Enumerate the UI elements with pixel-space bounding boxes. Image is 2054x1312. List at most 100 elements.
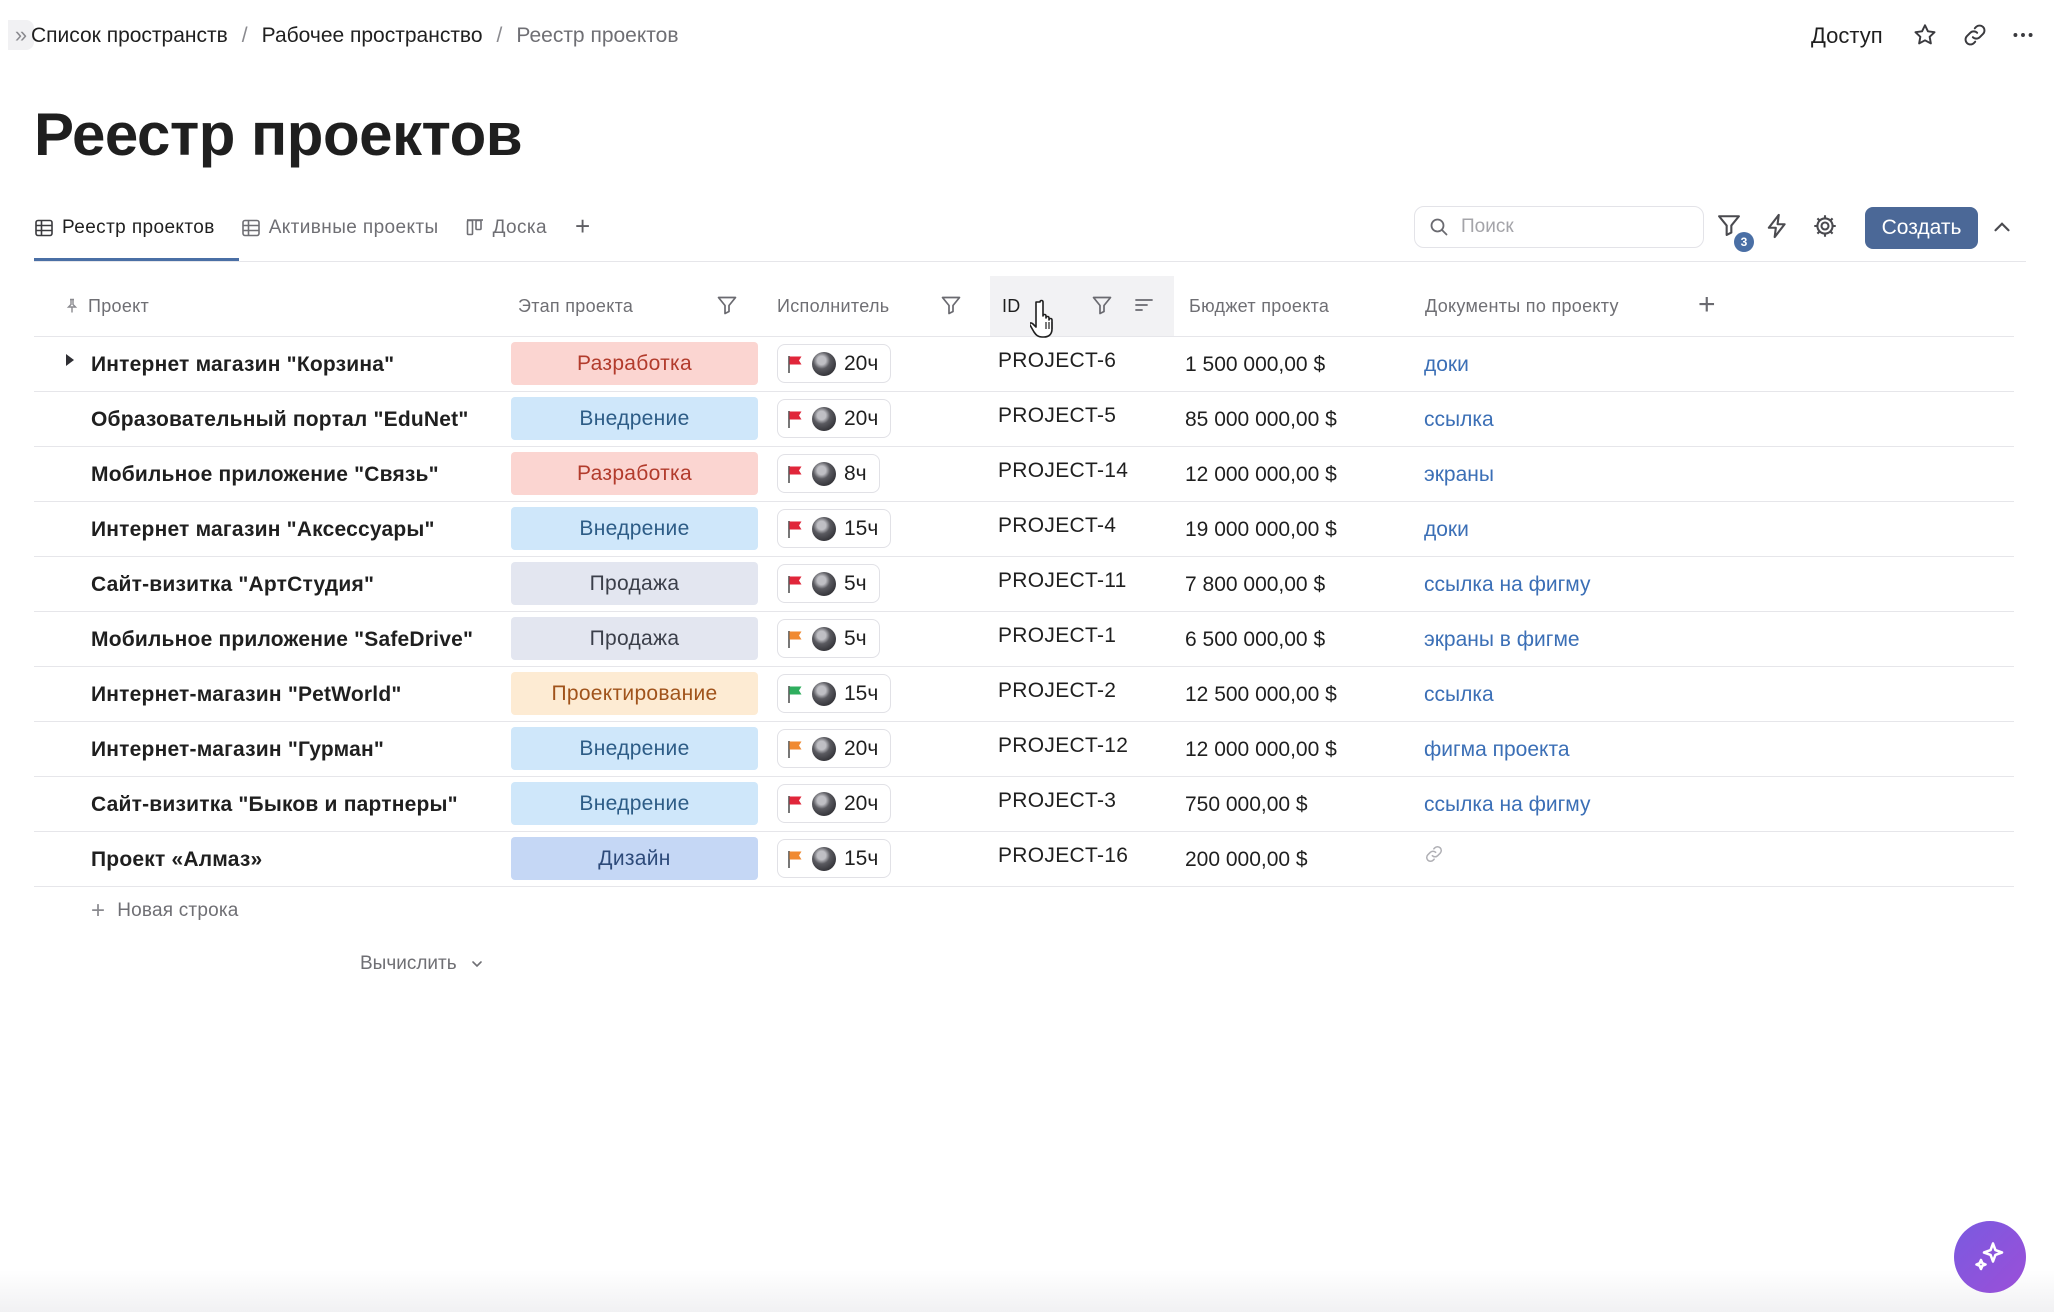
project-id: PROJECT-5	[998, 403, 1117, 427]
table-row[interactable]: Интернет магазин "Корзина" Разработка 20ч P…	[34, 337, 2014, 392]
project-name[interactable]: Мобильное приложение "Связь"	[91, 447, 439, 502]
table-row[interactable]: Интернет-магазин "Гурман" Внедрение 20ч PRO…	[34, 722, 2014, 777]
sort-icon[interactable]	[1132, 293, 1158, 319]
hours-value: 5ч	[844, 626, 867, 650]
tabs-divider	[34, 261, 2026, 262]
hours-value: 20ч	[844, 791, 879, 815]
table-row[interactable]: Мобильное приложение "SafeDrive" Продажа 5…	[34, 612, 2014, 667]
document-link[interactable]: экраны в фигме	[1424, 612, 1580, 667]
stage-badge[interactable]: Внедрение	[511, 397, 758, 440]
project-name[interactable]: Интернет-магазин "Гурман"	[91, 722, 384, 777]
expand-row-icon[interactable]	[66, 354, 74, 366]
executor-chip[interactable]: 20ч	[777, 399, 892, 438]
project-id: PROJECT-4	[998, 513, 1117, 537]
project-name[interactable]: Интернет магазин "Корзина"	[91, 337, 394, 392]
stage-badge[interactable]: Внедрение	[511, 507, 758, 550]
create-button[interactable]: Создать	[1865, 207, 1978, 249]
executor-chip[interactable]: 5ч	[777, 564, 880, 603]
document-link[interactable]: фигма проекта	[1424, 722, 1570, 777]
stage-badge[interactable]: Разработка	[511, 342, 758, 385]
project-budget: 1 500 000,00 $	[1185, 352, 1326, 376]
tab-label: Доска	[492, 217, 548, 238]
hours-value: 15ч	[844, 681, 879, 705]
table-row[interactable]: Сайт-визитка "Быков и партнеры" Внедрение…	[34, 777, 2014, 832]
flag-icon	[786, 409, 804, 429]
table-row[interactable]: Сайт-визитка "АртСтудия" Продажа 5ч PROJECT…	[34, 557, 2014, 612]
stage-badge[interactable]: Продажа	[511, 617, 758, 660]
add-column-button[interactable]: +	[1698, 290, 1724, 320]
executor-chip[interactable]: 20ч	[777, 344, 892, 383]
breadcrumb-separator: /	[496, 24, 503, 47]
filter-count-badge: 3	[1734, 232, 1754, 252]
new-row-button[interactable]: + Новая строка	[91, 897, 239, 925]
avatar	[812, 351, 836, 376]
table-row[interactable]: Интернет-магазин "PetWorld" Проектировани…	[34, 667, 2014, 722]
table-row[interactable]: Мобильное приложение "Связь" Разработка 8ч…	[34, 447, 2014, 502]
stage-badge[interactable]: Внедрение	[511, 782, 758, 825]
calculate-dropdown[interactable]: Вычислить	[360, 953, 485, 975]
stage-badge[interactable]: Проектирование	[511, 672, 758, 715]
search-box[interactable]	[1414, 206, 1704, 248]
project-name[interactable]: Проект «Алмаз»	[91, 832, 262, 887]
avatar	[812, 571, 836, 596]
lightning-icon[interactable]	[1763, 212, 1795, 244]
project-name[interactable]: Интернет магазин "Аксессуары"	[91, 502, 435, 557]
plus-icon: +	[91, 897, 106, 924]
project-name[interactable]: Мобильное приложение "SafeDrive"	[91, 612, 473, 667]
breadcrumb-item[interactable]: Список пространств	[31, 24, 228, 48]
stage-badge[interactable]: Разработка	[511, 452, 758, 495]
document-link[interactable]: ссылка	[1424, 392, 1494, 447]
executor-chip[interactable]: 8ч	[777, 454, 880, 493]
link-icon[interactable]	[1424, 826, 1444, 881]
ai-assistant-button[interactable]	[1954, 1221, 2026, 1293]
document-link[interactable]: ссылка на фигму	[1424, 777, 1590, 832]
project-name[interactable]: Сайт-визитка "Быков и партнеры"	[91, 777, 458, 832]
star-icon[interactable]	[1912, 22, 1938, 48]
flag-icon	[786, 354, 804, 374]
project-budget: 12 500 000,00 $	[1185, 682, 1337, 706]
collapse-chevron-icon[interactable]	[1989, 214, 2021, 246]
tab-active-projects[interactable]: Активные проекты	[241, 210, 439, 246]
table-row[interactable]: Интернет магазин "Аксессуары" Внедрение 15…	[34, 502, 2014, 557]
filter-icon[interactable]	[939, 293, 965, 319]
project-name[interactable]: Интернет-магазин "PetWorld"	[91, 667, 402, 722]
column-header-executor[interactable]: Исполнитель	[777, 276, 889, 336]
document-link[interactable]: доки	[1424, 337, 1469, 392]
add-view-button[interactable]: +	[575, 210, 590, 242]
filter-icon[interactable]	[715, 293, 741, 319]
more-icon[interactable]	[2010, 22, 2036, 48]
stage-badge[interactable]: Дизайн	[511, 837, 758, 880]
tab-registry[interactable]: Реестр проектов	[34, 210, 215, 246]
project-name[interactable]: Сайт-визитка "АртСтудия"	[91, 557, 374, 612]
executor-chip[interactable]: 20ч	[777, 784, 892, 823]
stage-badge[interactable]: Продажа	[511, 562, 758, 605]
flag-icon	[786, 574, 804, 594]
document-link[interactable]: экраны	[1424, 447, 1494, 502]
executor-chip[interactable]: 5ч	[777, 619, 880, 658]
project-budget: 12 000 000,00 $	[1185, 737, 1337, 761]
document-link[interactable]: доки	[1424, 502, 1469, 557]
executor-chip[interactable]: 20ч	[777, 729, 892, 768]
table-row[interactable]: Образовательный портал "EduNet" Внедрение…	[34, 392, 2014, 447]
column-header-docs[interactable]: Документы по проекту	[1425, 276, 1619, 336]
stage-badge[interactable]: Внедрение	[511, 727, 758, 770]
executor-chip[interactable]: 15ч	[777, 839, 892, 878]
executor-chip[interactable]: 15ч	[777, 674, 892, 713]
document-link[interactable]: ссылка на фигму	[1424, 557, 1590, 612]
executor-chip[interactable]: 15ч	[777, 509, 892, 548]
tab-board[interactable]: Доска	[465, 210, 547, 246]
bottom-gradient	[0, 1270, 2054, 1312]
search-input[interactable]	[1461, 216, 1681, 238]
access-button[interactable]: Доступ	[1811, 23, 1883, 49]
column-header-budget[interactable]: Бюджет проекта	[1189, 276, 1329, 336]
column-header-stage[interactable]: Этап проекта	[518, 276, 633, 336]
table-row[interactable]: Проект «Алмаз» Дизайн 15ч PROJECT-16 200 000…	[34, 832, 2014, 887]
hours-value: 8ч	[844, 461, 867, 485]
filter-icon[interactable]	[1090, 293, 1116, 319]
gear-icon[interactable]	[1811, 212, 1843, 244]
column-header-project[interactable]: Проект	[64, 276, 149, 336]
link-icon[interactable]	[1962, 22, 1988, 48]
breadcrumb-item[interactable]: Рабочее пространство	[262, 24, 483, 48]
project-name[interactable]: Образовательный портал "EduNet"	[91, 392, 469, 447]
document-link[interactable]: ссылка	[1424, 667, 1494, 722]
